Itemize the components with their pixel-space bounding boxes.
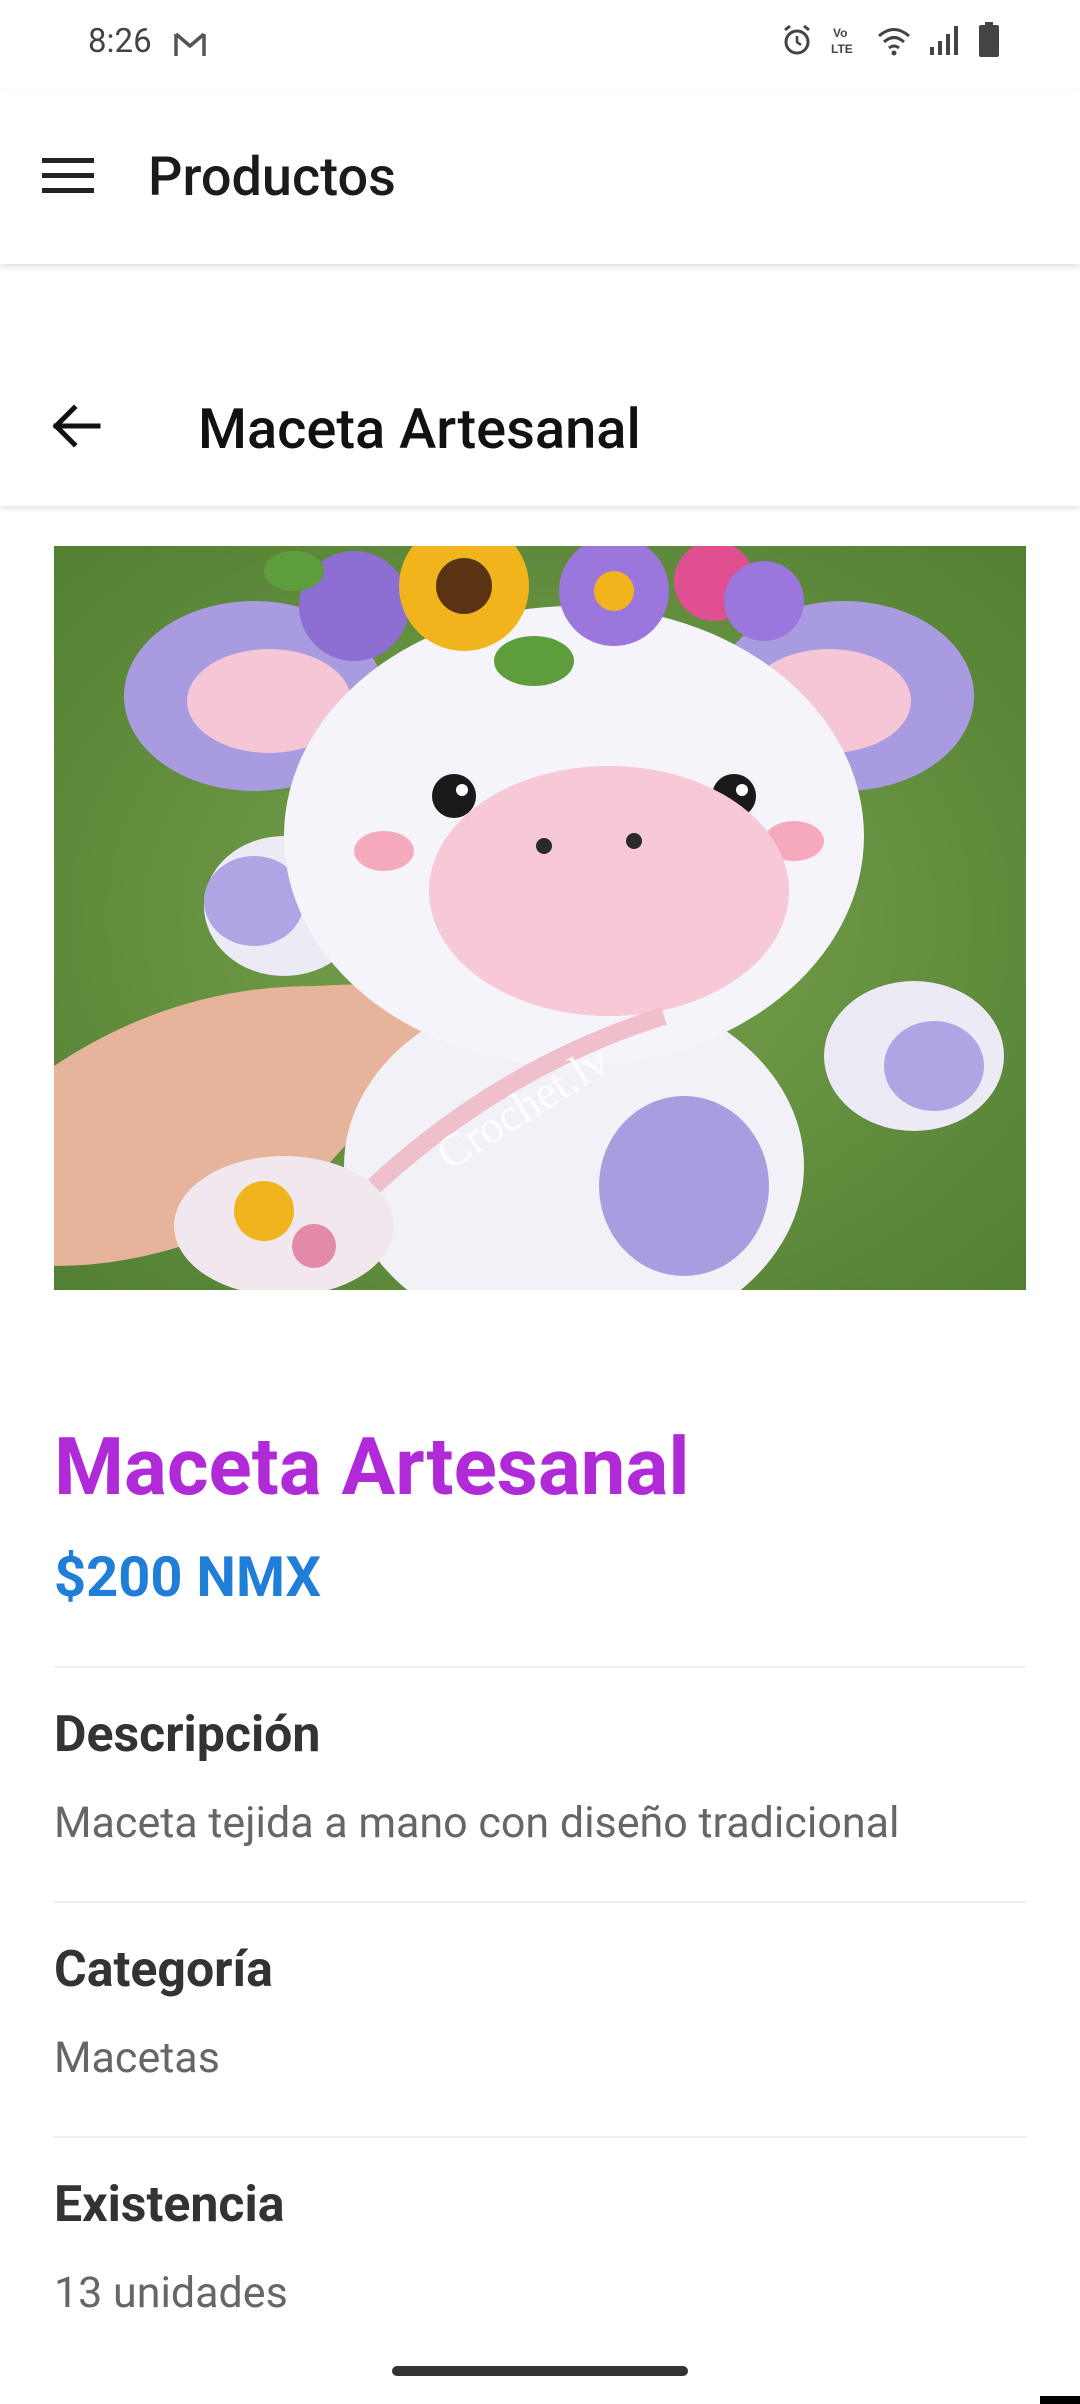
battery-icon: [979, 22, 999, 57]
status-icons: Vo LTE: [780, 22, 1000, 58]
alarm-icon: [784, 24, 810, 55]
arrow-back-icon[interactable]: [48, 398, 104, 454]
detail-header: Maceta Artesanal: [0, 346, 1080, 506]
divider: [54, 2136, 1026, 2138]
product-name: Maceta Artesanal: [54, 1420, 690, 1514]
status-time: 8:26: [88, 22, 152, 61]
signal-icon: [930, 26, 958, 55]
hamburger-menu-icon[interactable]: [40, 154, 96, 198]
svg-text:LTE: LTE: [831, 42, 853, 56]
gesture-nav-handle[interactable]: [392, 2366, 688, 2376]
category-label: Categoría: [54, 1941, 273, 1999]
description-label: Descripción: [54, 1706, 321, 1764]
app-bar: Productos: [0, 90, 1080, 264]
stock-label: Existencia: [54, 2176, 285, 2234]
stock-value: 13 unidades: [54, 2268, 288, 2318]
product-price: $200 NMX: [54, 1544, 321, 1610]
svg-text:Vo: Vo: [833, 26, 847, 40]
product-image: Crochet.lv: [54, 546, 1026, 1290]
status-bar: 8:26 Vo LTE: [0, 0, 1080, 90]
divider: [54, 1901, 1026, 1903]
screen: 8:26 Vo LTE Productos Maceta Artesanal C…: [0, 0, 1080, 2404]
detail-title: Maceta Artesanal: [198, 396, 641, 462]
category-value: Macetas: [54, 2033, 220, 2083]
volte-icon: Vo LTE: [831, 26, 853, 56]
divider: [54, 1666, 1026, 1668]
app-bar-title: Productos: [148, 146, 396, 209]
wifi-icon: [878, 28, 910, 56]
corner-mark: [1040, 2396, 1080, 2404]
gmail-icon: [174, 32, 206, 56]
description-value: Maceta tejida a mano con diseño tradicio…: [54, 1798, 900, 1848]
